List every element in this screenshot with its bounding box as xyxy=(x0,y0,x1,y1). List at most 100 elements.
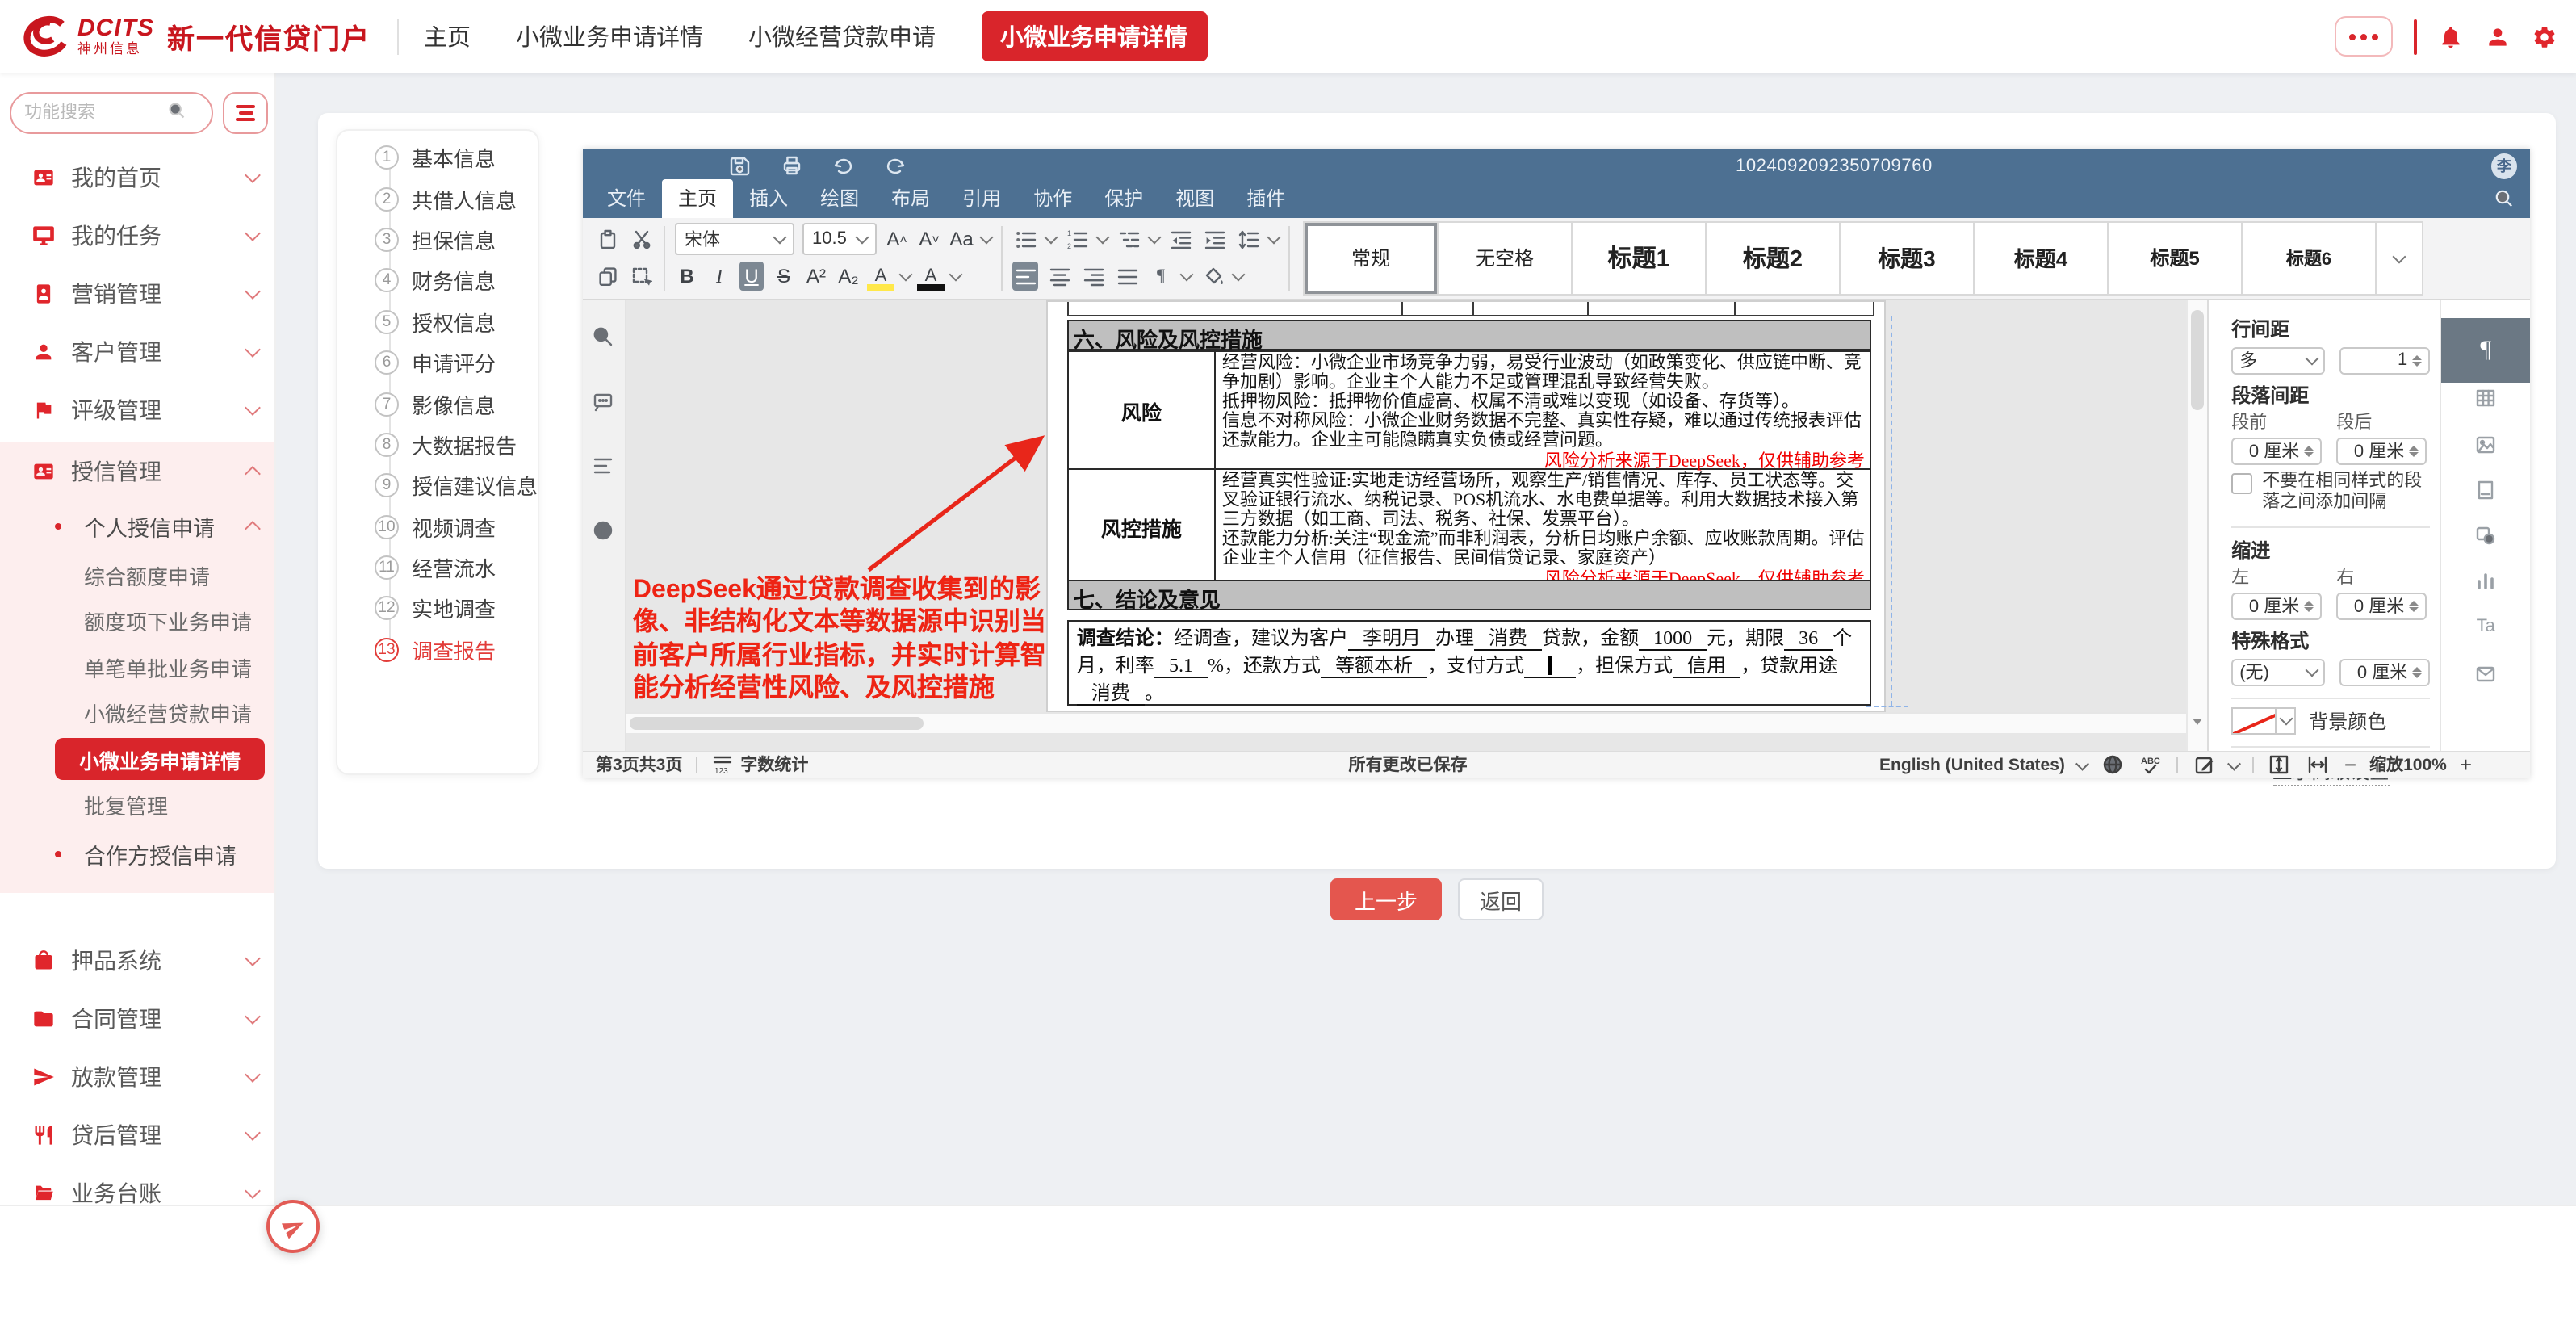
zoom-in-button[interactable]: + xyxy=(2460,753,2472,778)
indent-right-spinner[interactable]: 0 厘米 xyxy=(2336,592,2427,619)
fit-page-icon[interactable] xyxy=(2267,751,2293,780)
conclusion-blank[interactable]: 等额本析 xyxy=(1321,654,1427,678)
zoom-out-button[interactable]: − xyxy=(2344,753,2356,778)
line-spacing-value[interactable]: 1 xyxy=(2339,346,2430,374)
italic-button[interactable]: I xyxy=(707,262,731,291)
conclusion-blank[interactable]: 36 xyxy=(1784,627,1833,651)
gear-icon[interactable] xyxy=(2531,23,2557,49)
table-panel-icon[interactable] xyxy=(2441,375,2530,421)
sidebar-item-4[interactable]: 评级管理 xyxy=(0,381,274,439)
sidebar-item-1[interactable]: 我的任务 xyxy=(0,207,274,265)
style-标题1[interactable]: 标题1 xyxy=(1573,222,1707,293)
style-标题2[interactable]: 标题2 xyxy=(1707,222,1841,293)
document-page[interactable]: 六、风险及风控措施 风险 经营风险：小微企业市场竞争力弱，易受行业波动（如政策变… xyxy=(1046,300,1886,712)
paragraph-mark-icon[interactable]: ¶ xyxy=(1148,262,1174,291)
outdent-icon[interactable] xyxy=(1167,224,1193,254)
sidebar-submenu-sibling[interactable]: 合作方授信申请 xyxy=(0,828,274,879)
no-space-option[interactable]: 不要在相同样式的段落之间添加间隔 xyxy=(2231,471,2430,514)
sidebar-item-7[interactable]: 合同管理 xyxy=(0,989,274,1047)
style-标题6[interactable]: 标题6 xyxy=(2243,222,2377,293)
conclusion-blank[interactable]: 李明月 xyxy=(1348,627,1435,651)
prev-step-button[interactable]: 上一步 xyxy=(1330,878,1442,920)
change-case-button[interactable]: Aa xyxy=(949,224,974,254)
editor-tab-8[interactable]: 视图 xyxy=(1159,178,1230,217)
step-12[interactable]: 12实地调查 xyxy=(357,589,538,630)
edit-mode-icon[interactable] xyxy=(2192,751,2218,780)
info-icon[interactable] xyxy=(591,516,617,545)
subscript-button[interactable]: A₂ xyxy=(836,262,861,291)
font-color-button[interactable]: A xyxy=(919,262,943,291)
sidebar-subitem-5[interactable]: 批复管理 xyxy=(0,782,274,828)
step-7[interactable]: 7影像信息 xyxy=(357,384,538,425)
step-11[interactable]: 11经营流水 xyxy=(357,547,538,589)
select-icon[interactable] xyxy=(628,262,654,291)
sidebar-item-9[interactable]: 贷后管理 xyxy=(0,1105,274,1163)
step-10[interactable]: 10视频调查 xyxy=(357,506,538,547)
page-panel-icon[interactable] xyxy=(2441,467,2530,513)
editor-tab-4[interactable]: 布局 xyxy=(875,178,946,217)
image-panel-icon[interactable] xyxy=(2441,422,2530,467)
bg-color-dropdown[interactable] xyxy=(2277,706,2296,734)
save-icon[interactable] xyxy=(727,152,752,181)
special-format-select[interactable]: (无) xyxy=(2231,658,2325,685)
indent-left-spinner[interactable]: 0 厘米 xyxy=(2231,592,2322,619)
multilevel-list-icon[interactable] xyxy=(1116,224,1141,254)
menu-collapse-button[interactable] xyxy=(223,92,268,134)
font-size-select[interactable]: 10.5 xyxy=(802,223,877,255)
spellcheck-icon[interactable]: ABC xyxy=(2138,751,2164,780)
back-button[interactable]: 返回 xyxy=(1458,878,1544,920)
highlight-color-button[interactable]: A xyxy=(869,262,893,291)
after-spinner[interactable]: 0 厘米 xyxy=(2336,437,2427,464)
undo-icon[interactable] xyxy=(830,152,856,181)
conclusion-box[interactable]: 调查结论：经调查，建议为客户李明月办理消费贷款，金额1000元，期限36个月，利… xyxy=(1067,620,1871,706)
sidebar-item-5[interactable]: 授信管理 xyxy=(0,442,274,501)
sidebar-subitem-1[interactable]: 额度项下业务申请 xyxy=(0,598,274,644)
conclusion-blank[interactable]: 消费 xyxy=(1474,627,1542,651)
bg-color-swatch[interactable] xyxy=(2231,706,2277,734)
sidebar-subitem-3[interactable]: 小微经营贷款申请 xyxy=(0,690,274,736)
more-dots-icon[interactable] xyxy=(2334,16,2392,57)
editor-tab-5[interactable]: 引用 xyxy=(946,178,1017,217)
page-indicator[interactable]: 第3页共3页 xyxy=(596,753,682,778)
sidebar-item-6[interactable]: 押品系统 xyxy=(0,931,274,989)
sidebar-subitem-4[interactable]: 小微业务申请详情 xyxy=(55,738,265,780)
sidebar-item-2[interactable]: 营销管理 xyxy=(0,265,274,323)
bold-button[interactable]: B xyxy=(675,262,699,291)
language-caret[interactable] xyxy=(2076,757,2089,770)
fit-width-icon[interactable] xyxy=(2306,751,2331,780)
style-无空格[interactable]: 无空格 xyxy=(1439,222,1573,293)
sidebar-item-8[interactable]: 放款管理 xyxy=(0,1047,274,1105)
editor-tab-7[interactable]: 保护 xyxy=(1088,178,1159,217)
v-scroll-thumb[interactable] xyxy=(2191,309,2204,409)
sidebar-subitem-0[interactable]: 综合额度申请 xyxy=(0,552,274,598)
sidebar-item-0[interactable]: 我的首页 xyxy=(0,149,274,207)
line-spacing-icon[interactable] xyxy=(1235,224,1261,254)
user-icon[interactable] xyxy=(2484,23,2510,49)
style-标题5[interactable]: 标题5 xyxy=(2109,222,2243,293)
find-icon[interactable] xyxy=(591,322,617,351)
style-标题3[interactable]: 标题3 xyxy=(1841,222,1975,293)
copy-icon[interactable] xyxy=(594,262,620,291)
editor-tab-1[interactable]: 主页 xyxy=(662,178,733,217)
align-center-icon[interactable] xyxy=(1046,262,1072,291)
navigation-icon[interactable] xyxy=(591,451,617,480)
style-gallery-more[interactable] xyxy=(2377,222,2422,293)
editor-tab-0[interactable]: 文件 xyxy=(591,178,662,217)
align-justify-icon[interactable] xyxy=(1114,262,1140,291)
edit-mode-caret[interactable] xyxy=(2229,757,2242,770)
sidebar-subitem-2[interactable]: 单笔单批业务申请 xyxy=(0,644,274,690)
style-常规[interactable]: 常规 xyxy=(1305,222,1439,293)
superscript-button[interactable]: A² xyxy=(804,262,828,291)
top-nav-item-1[interactable]: 小微业务申请详情 xyxy=(516,19,703,53)
step-13[interactable]: 13调查报告 xyxy=(357,629,538,670)
shading-icon[interactable] xyxy=(1200,262,1225,291)
step-8[interactable]: 8大数据报告 xyxy=(357,424,538,465)
step-6[interactable]: 6申请评分 xyxy=(357,342,538,384)
editor-tab-6[interactable]: 协作 xyxy=(1017,178,1088,217)
editor-tab-2[interactable]: 插入 xyxy=(733,178,804,217)
horizontal-scrollbar[interactable] xyxy=(626,712,2186,733)
chart-panel-icon[interactable] xyxy=(2441,558,2530,603)
redo-icon[interactable] xyxy=(882,152,907,181)
paragraph-panel-icon[interactable]: ¶ xyxy=(2441,318,2530,383)
send-fab[interactable] xyxy=(266,1200,320,1253)
